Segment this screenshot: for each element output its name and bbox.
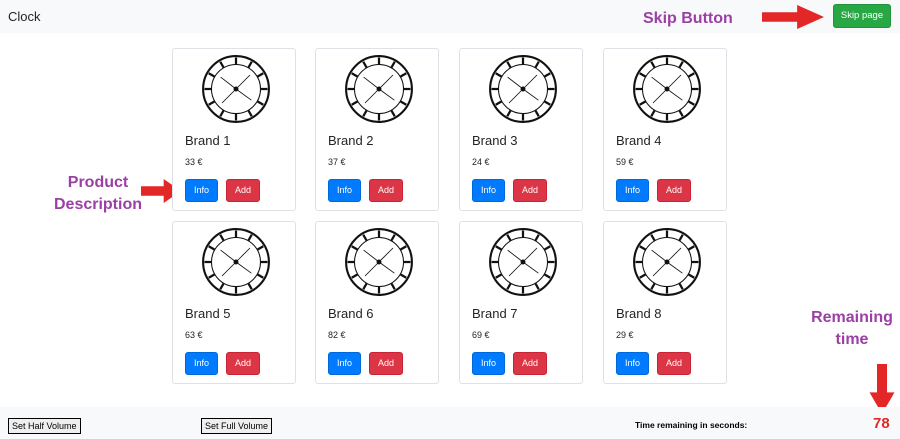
skip-button-annotation: Skip Button bbox=[643, 10, 733, 27]
footer-bar: Set Half Volume Set Full Volume Time rem… bbox=[0, 407, 900, 439]
add-button[interactable]: Add bbox=[513, 179, 547, 202]
product-name: Brand 7 bbox=[472, 306, 518, 321]
clock-icon bbox=[344, 54, 414, 124]
annotation-line: time bbox=[835, 331, 869, 348]
annotation-line: Description bbox=[53, 196, 142, 213]
remaining-time-annotation: Remaining time bbox=[805, 307, 899, 351]
product-name: Brand 2 bbox=[328, 133, 374, 148]
product-name: Brand 6 bbox=[328, 306, 374, 321]
info-button[interactable]: Info bbox=[616, 179, 649, 202]
time-remaining-value: 78 bbox=[873, 415, 890, 432]
product-price: 24 € bbox=[472, 157, 490, 167]
product-price: 82 € bbox=[328, 330, 346, 340]
clock-icon bbox=[632, 54, 702, 124]
product-name: Brand 8 bbox=[616, 306, 662, 321]
annotation-line: Product bbox=[67, 174, 129, 191]
info-button[interactable]: Info bbox=[328, 179, 361, 202]
product-name: Brand 5 bbox=[185, 306, 231, 321]
add-button[interactable]: Add bbox=[369, 352, 403, 375]
time-remaining-label: Time remaining in seconds: bbox=[635, 420, 748, 430]
product-price: 37 € bbox=[328, 157, 346, 167]
info-button[interactable]: Info bbox=[616, 352, 649, 375]
add-button[interactable]: Add bbox=[513, 352, 547, 375]
clock-icon bbox=[632, 227, 702, 297]
add-button[interactable]: Add bbox=[369, 179, 403, 202]
clock-icon bbox=[201, 227, 271, 297]
product-name: Brand 3 bbox=[472, 133, 518, 148]
add-button[interactable]: Add bbox=[657, 352, 691, 375]
product-price: 29 € bbox=[616, 330, 634, 340]
product-price: 69 € bbox=[472, 330, 490, 340]
add-button[interactable]: Add bbox=[226, 179, 260, 202]
info-button[interactable]: Info bbox=[185, 352, 218, 375]
product-card: Brand 4 59 € Info Add bbox=[603, 48, 727, 211]
product-card: Brand 6 82 € Info Add bbox=[315, 221, 439, 384]
info-button[interactable]: Info bbox=[472, 179, 505, 202]
annotation-line: Remaining bbox=[811, 309, 893, 326]
info-button[interactable]: Info bbox=[472, 352, 505, 375]
clock-icon bbox=[201, 54, 271, 124]
skip-page-button[interactable]: Skip page bbox=[833, 4, 891, 28]
clock-icon bbox=[488, 54, 558, 124]
info-button[interactable]: Info bbox=[185, 179, 218, 202]
product-price: 63 € bbox=[185, 330, 203, 340]
product-card: Brand 1 33 € Info Add bbox=[172, 48, 296, 211]
product-card: Brand 7 69 € Info Add bbox=[459, 221, 583, 384]
add-button[interactable]: Add bbox=[226, 352, 260, 375]
product-card: Brand 3 24 € Info Add bbox=[459, 48, 583, 211]
product-name: Brand 1 bbox=[185, 133, 231, 148]
clock-icon bbox=[488, 227, 558, 297]
info-button[interactable]: Info bbox=[328, 352, 361, 375]
product-card: Brand 5 63 € Info Add bbox=[172, 221, 296, 384]
add-button[interactable]: Add bbox=[657, 179, 691, 202]
skip-arrow-icon bbox=[762, 5, 824, 29]
product-price: 33 € bbox=[185, 157, 203, 167]
product-card: Brand 2 37 € Info Add bbox=[315, 48, 439, 211]
clock-icon bbox=[344, 227, 414, 297]
product-price: 59 € bbox=[616, 157, 634, 167]
half-volume-button[interactable]: Set Half Volume bbox=[8, 418, 81, 434]
product-card: Brand 8 29 € Info Add bbox=[603, 221, 727, 384]
full-volume-button[interactable]: Set Full Volume bbox=[201, 418, 273, 434]
page-title: Clock bbox=[8, 9, 41, 24]
product-description-annotation: Product Description bbox=[50, 172, 146, 216]
product-name: Brand 4 bbox=[616, 133, 662, 148]
